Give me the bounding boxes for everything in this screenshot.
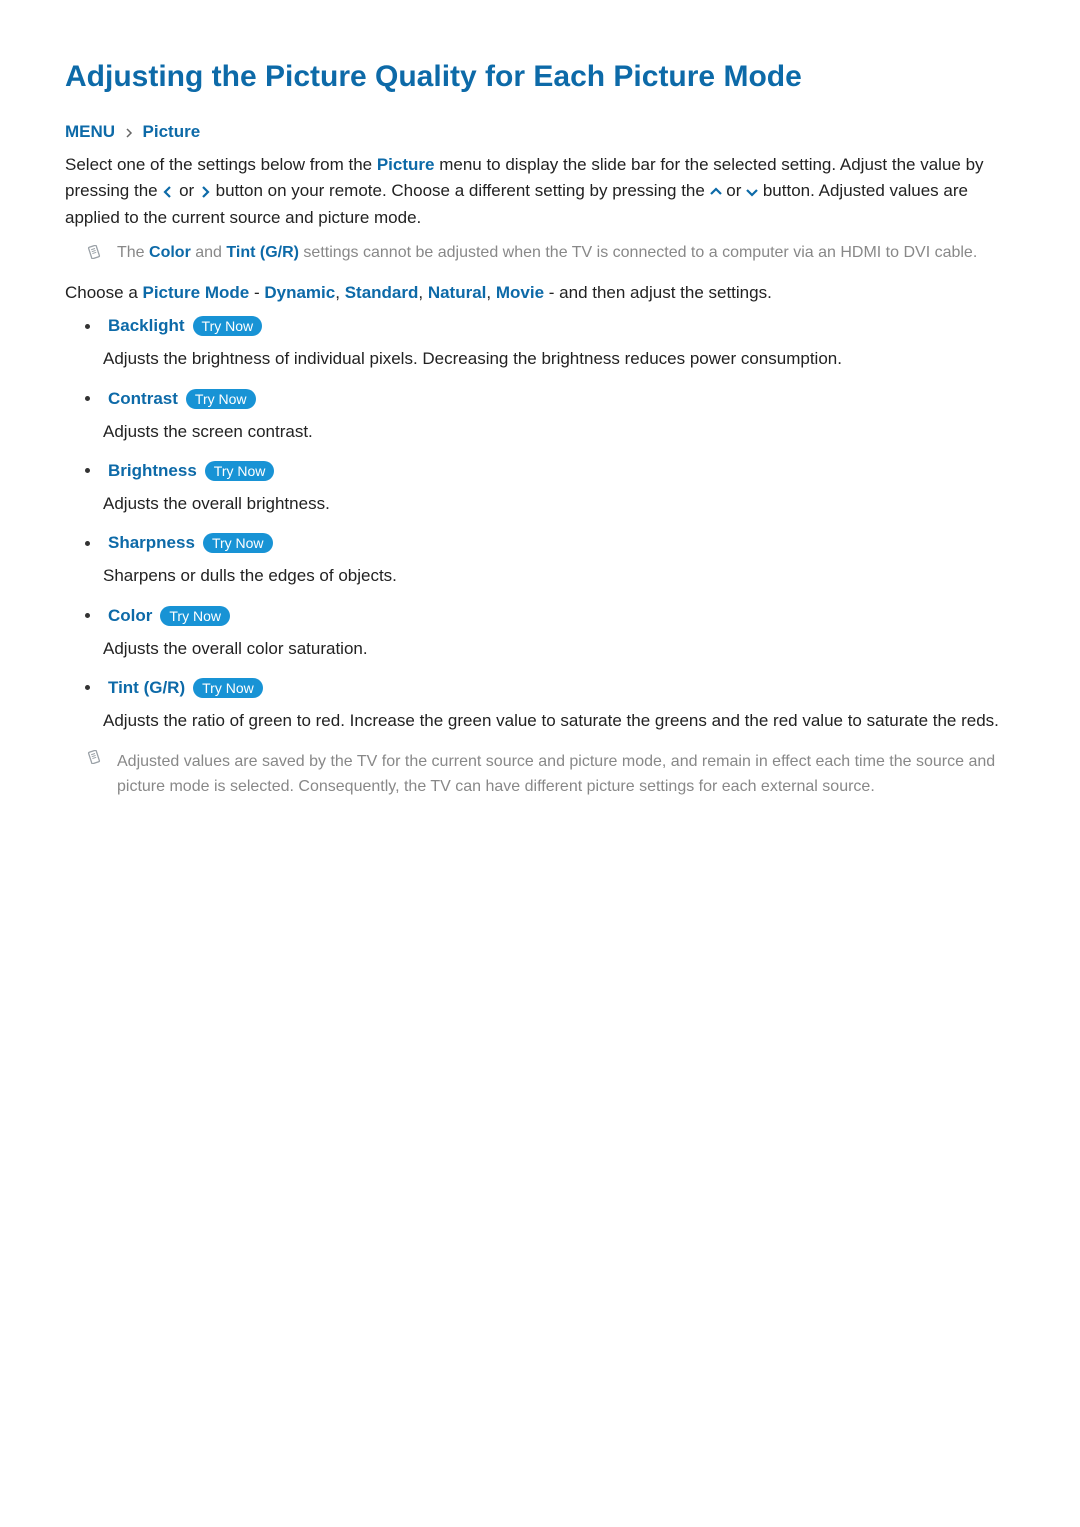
try-now-button[interactable]: Try Now (193, 678, 263, 698)
chevron-left-icon (162, 186, 174, 198)
intro-paragraph: Select one of the settings below from th… (65, 152, 1015, 231)
list-item: Color Try Now Adjusts the overall color … (103, 606, 1015, 662)
picture-keyword: Picture (377, 155, 435, 174)
try-now-button[interactable]: Try Now (193, 316, 263, 336)
movie-mode: Movie (496, 283, 544, 302)
page-title: Adjusting the Picture Quality for Each P… (65, 60, 1015, 94)
note-icon (87, 750, 101, 769)
breadcrumb-separator-icon (124, 122, 139, 141)
try-now-button[interactable]: Try Now (186, 389, 256, 409)
breadcrumb-picture: Picture (143, 122, 201, 141)
list-item: Contrast Try Now Adjusts the screen cont… (103, 389, 1015, 445)
final-note: Adjusted values are saved by the TV for … (87, 750, 1015, 800)
bullet-icon (85, 468, 90, 473)
bullet-icon (85, 396, 90, 401)
setting-color: Color (108, 606, 152, 626)
note-text: The Color and Tint (G/R) settings cannot… (117, 241, 977, 266)
setting-desc: Adjusts the screen contrast. (103, 419, 1015, 445)
tint-keyword: Tint (G/R) (226, 244, 299, 261)
dynamic-mode: Dynamic (264, 283, 335, 302)
bullet-icon (85, 613, 90, 618)
try-now-button[interactable]: Try Now (160, 606, 230, 626)
setting-backlight: Backlight (108, 316, 185, 336)
breadcrumb-menu: MENU (65, 122, 115, 141)
bullet-icon (85, 541, 90, 546)
try-now-button[interactable]: Try Now (205, 461, 275, 481)
setting-desc: Adjusts the overall color saturation. (103, 636, 1015, 662)
try-now-button[interactable]: Try Now (203, 533, 273, 553)
setting-desc: Adjusts the ratio of green to red. Incre… (103, 708, 1015, 734)
final-note-text: Adjusted values are saved by the TV for … (117, 750, 1015, 800)
setting-brightness: Brightness (108, 461, 197, 481)
choose-mode-line: Choose a Picture Mode - Dynamic, Standar… (65, 280, 1015, 306)
setting-sharpness: Sharpness (108, 533, 195, 553)
breadcrumb: MENU Picture (65, 122, 1015, 142)
note-icon (87, 245, 101, 264)
color-keyword: Color (149, 244, 191, 261)
note-hdmi-dvi: The Color and Tint (G/R) settings cannot… (87, 241, 1015, 266)
chevron-up-icon (710, 186, 722, 198)
natural-mode: Natural (428, 283, 487, 302)
list-item: Brightness Try Now Adjusts the overall b… (103, 461, 1015, 517)
chevron-down-icon (746, 186, 758, 198)
list-item: Sharpness Try Now Sharpens or dulls the … (103, 533, 1015, 589)
setting-contrast: Contrast (108, 389, 178, 409)
setting-desc: Adjusts the brightness of individual pix… (103, 346, 1015, 372)
list-item: Tint (G/R) Try Now Adjusts the ratio of … (103, 678, 1015, 734)
bullet-icon (85, 685, 90, 690)
settings-list: Backlight Try Now Adjusts the brightness… (65, 316, 1015, 734)
setting-tint: Tint (G/R) (108, 678, 185, 698)
bullet-icon (85, 324, 90, 329)
list-item: Backlight Try Now Adjusts the brightness… (103, 316, 1015, 372)
chevron-right-icon (199, 186, 211, 198)
setting-desc: Sharpens or dulls the edges of objects. (103, 563, 1015, 589)
standard-mode: Standard (345, 283, 419, 302)
picture-mode-keyword: Picture Mode (143, 283, 250, 302)
setting-desc: Adjusts the overall brightness. (103, 491, 1015, 517)
